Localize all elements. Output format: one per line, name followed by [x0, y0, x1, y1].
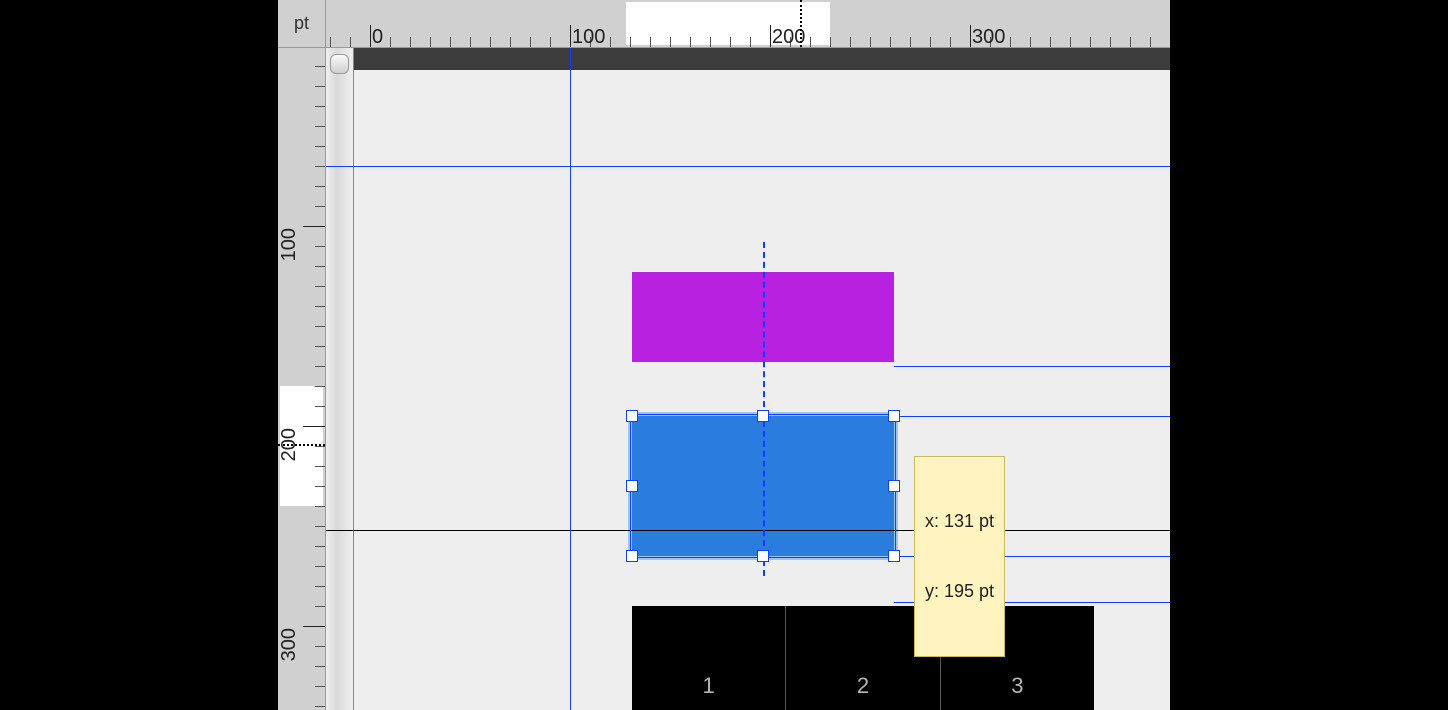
h-ruler-cursor-mark — [800, 0, 802, 47]
h-ruler-label: 0 — [372, 26, 383, 48]
ruler-unit-label: pt — [294, 13, 309, 34]
selection-handle-sw[interactable] — [626, 550, 638, 562]
coordinate-tooltip: x: 131 pt y: 195 pt — [914, 456, 1005, 657]
canvas[interactable]: x: 131 pt y: 195 pt 1 2 3 — [354, 70, 1170, 710]
smart-guide-center-vertical — [763, 242, 765, 576]
selection-handle-s[interactable] — [757, 550, 769, 562]
smart-guide-sel-top — [894, 416, 1170, 417]
tooltip-y-line: y: 195 pt — [925, 580, 994, 603]
selection-handle-se[interactable] — [888, 550, 900, 562]
selection-handle-ne[interactable] — [888, 410, 900, 422]
vertical-scrollbar[interactable] — [326, 48, 354, 710]
scrollbar-thumb[interactable] — [330, 54, 349, 74]
ruler-unit-box[interactable]: pt — [278, 0, 326, 48]
h-ruler-label: 100 — [572, 26, 605, 48]
black-cell-1[interactable]: 1 — [632, 606, 786, 710]
vertical-guide[interactable] — [570, 48, 571, 710]
exterior-line-b — [1170, 586, 1196, 587]
selection-handle-w[interactable] — [626, 480, 638, 492]
editor-viewport: pt 0100200300400 100200300 — [278, 0, 1170, 710]
horizontal-guide-blue[interactable] — [326, 166, 1170, 167]
black-cell-row[interactable]: 1 2 3 — [632, 606, 1094, 710]
canvas-wrap: x: 131 pt y: 195 pt 1 2 3 — [326, 48, 1170, 710]
v-ruler-cursor-mark — [278, 444, 325, 446]
v-ruler-label: 100 — [278, 228, 301, 261]
tooltip-x-line: x: 131 pt — [925, 510, 994, 533]
cell-label: 2 — [857, 673, 869, 699]
selection-handle-n[interactable] — [757, 410, 769, 422]
vertical-ruler[interactable]: 100200300 — [278, 48, 326, 710]
page-edge-bar — [354, 48, 1170, 70]
h-ruler-label: 300 — [972, 26, 1005, 48]
horizontal-guide-black[interactable] — [326, 530, 1170, 531]
cell-label: 1 — [703, 673, 715, 699]
selection-handle-nw[interactable] — [626, 410, 638, 422]
selection-handle-e[interactable] — [888, 480, 900, 492]
h-ruler-ticks: 0100200300400 — [326, 0, 1170, 47]
smart-guide-top-edge — [894, 366, 1170, 367]
v-ruler-label: 300 — [278, 628, 301, 661]
cell-label: 3 — [1011, 673, 1023, 699]
exterior-line-a — [1170, 356, 1196, 357]
horizontal-ruler[interactable]: 0100200300400 — [326, 0, 1170, 48]
